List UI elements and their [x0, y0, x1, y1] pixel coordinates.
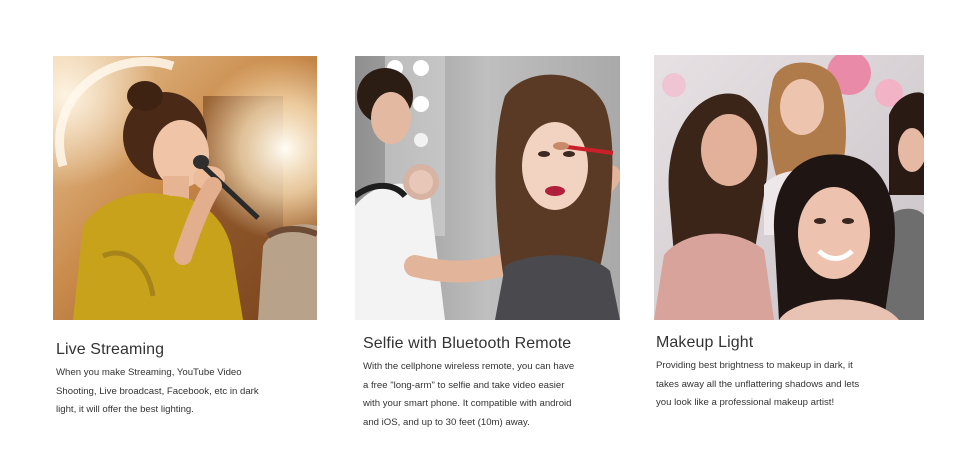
description-line: you look like a professional makeup arti…: [656, 397, 835, 408]
description-line: With the cellphone wireless remote, you …: [363, 361, 575, 372]
selfie-bluetooth-photo: [355, 56, 620, 320]
description-line: takes away all the unflattering shadows …: [656, 378, 860, 390]
live-streaming-photo: [53, 56, 317, 320]
feature-description: When you make Streaming, YouTube Video S…: [56, 364, 306, 420]
description-line: Providing best brightness to makeup in d…: [656, 360, 853, 371]
description-line: light, it will offer the best lighting.: [56, 404, 194, 415]
feature-title: Live Streaming: [56, 341, 165, 358]
description-line: with your smart phone. It compatible wit…: [363, 398, 572, 409]
description-line: a free "long-arm" to selfie and take vid…: [363, 379, 565, 391]
feature-description: With the cellphone wireless remote, you …: [363, 358, 613, 432]
description-line: Shooting, Live broadcast, Facebook, etc …: [56, 385, 259, 397]
description-line: and iOS, and up to 30 feet (10m) away.: [363, 416, 530, 428]
feature-title: Selfie with Bluetooth Remote: [363, 335, 572, 352]
description-line: When you make Streaming, YouTube Video: [56, 367, 242, 378]
feature-description: Providing best brightness to makeup in d…: [656, 357, 906, 413]
feature-title: Makeup Light: [656, 334, 754, 351]
selfie-bluetooth-image: [355, 56, 620, 320]
live-streaming-image: [53, 56, 317, 320]
makeup-light-photo: [654, 55, 924, 320]
makeup-light-image: [654, 55, 924, 320]
